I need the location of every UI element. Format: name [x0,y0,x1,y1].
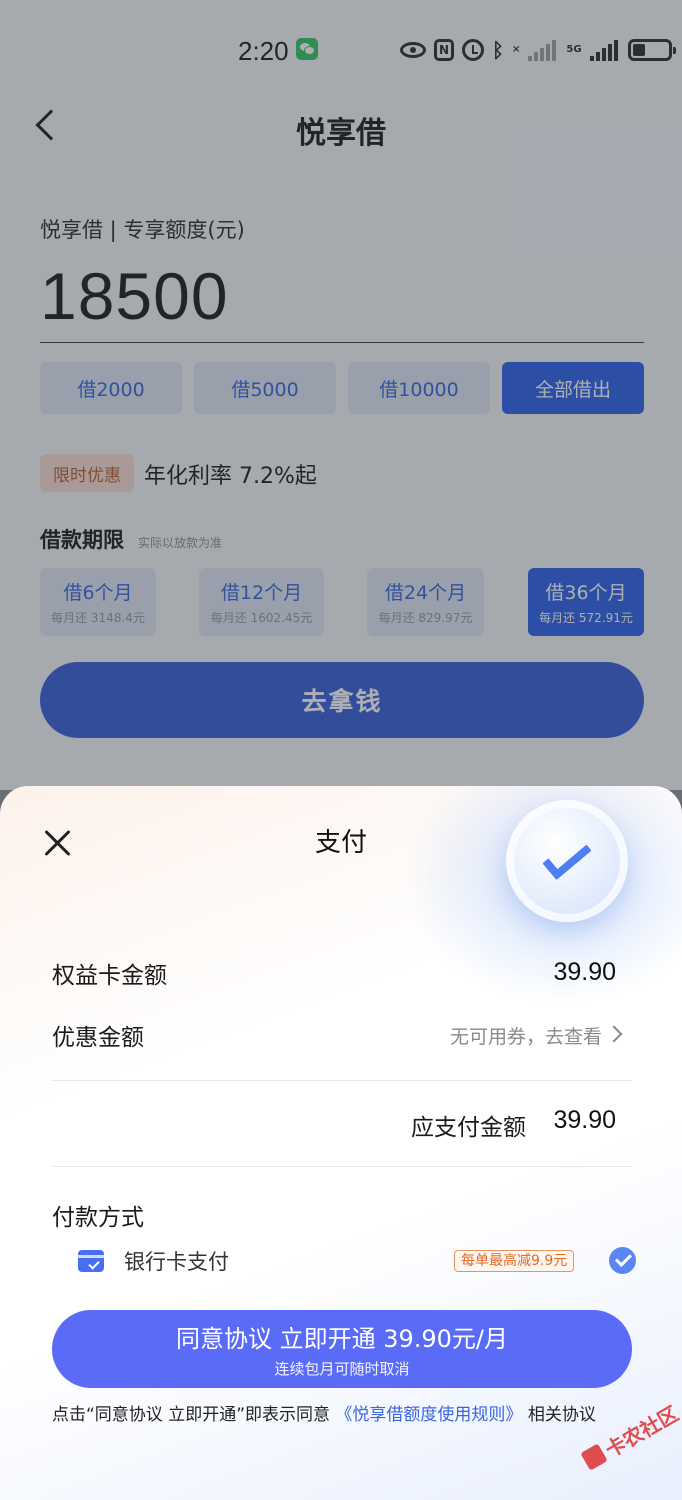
confirm-main-label: 同意协议 立即开通 39.90元/月 [175,1325,509,1353]
payable-value: 39.90 [553,1106,616,1134]
bank-card-pay-option[interactable]: 银行卡支付 [124,1246,229,1276]
agreement-suffix: 相关协议 [522,1405,596,1425]
divider [52,1080,632,1081]
check-badge-icon [506,800,628,922]
pay-method-title: 付款方式 [52,1205,144,1231]
payment-sheet: 支付 权益卡金额 39.90 优惠金额 无可用券，去查看 应支付金额 39.90… [0,786,682,1500]
confirm-sub-label: 连续包月可随时取消 [274,1360,410,1378]
check-circle-icon[interactable] [609,1247,636,1274]
watermark-logo-icon [580,1443,608,1471]
payable-label: 应支付金额 [411,1115,526,1141]
card-amount-label: 权益卡金额 [52,963,167,989]
chevron-right-icon[interactable] [605,1025,623,1043]
coupon-link[interactable]: 无可用券，去查看 [450,1022,602,1049]
agreement-link[interactable]: 《悦享借额度使用规则》 [335,1405,522,1425]
discount-label: 优惠金额 [52,1025,144,1051]
divider [52,1166,632,1167]
agree-open-button[interactable]: 同意协议 立即开通 39.90元/月 连续包月可随时取消 [52,1310,632,1388]
bank-card-icon [78,1250,104,1272]
discount-tag: 每单最高减9.9元 [454,1250,575,1272]
agreement-text: 点击“同意协议 立即开通”即表示同意 《悦享借额度使用规则》 相关协议 [52,1404,632,1427]
agreement-prefix: 点击“同意协议 立即开通”即表示同意 [52,1405,336,1425]
checkmark-icon [542,833,592,881]
card-amount-value: 39.90 [553,958,616,986]
